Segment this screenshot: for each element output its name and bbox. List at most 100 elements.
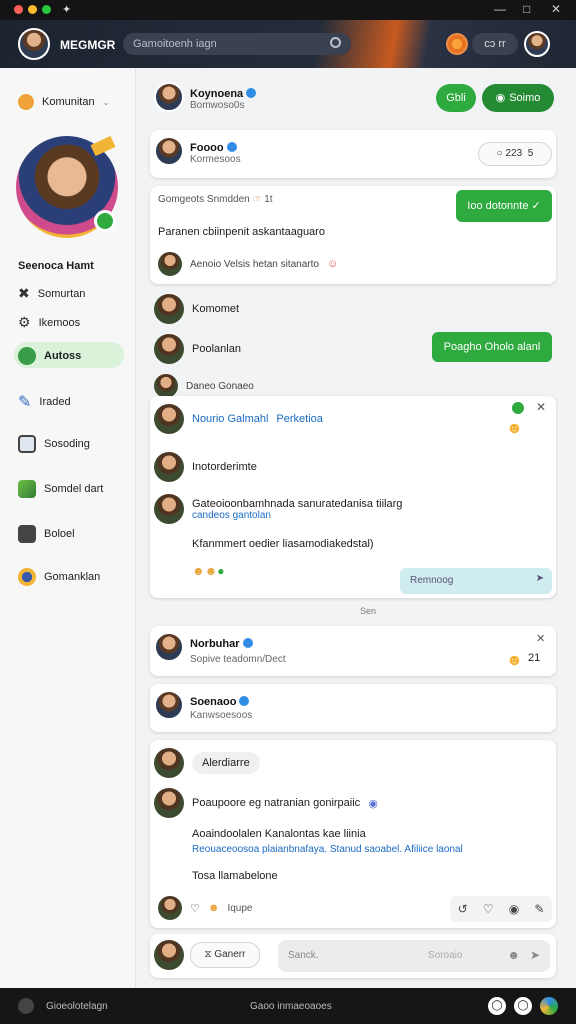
post-avatar[interactable] bbox=[154, 748, 184, 778]
emoji-icon[interactable]: ☻ bbox=[507, 948, 520, 962]
reply-avatar[interactable] bbox=[154, 788, 184, 818]
send-icon[interactable]: ➤ bbox=[530, 948, 540, 962]
thread-card[interactable]: Nourio Galmahl Perketioa ✕ ☻ Inotorderimt… bbox=[150, 396, 556, 598]
reaction-avatar[interactable] bbox=[158, 896, 182, 920]
bottom-bar: Gioeolotelagn Gaoo inmaeoaoes ◯ ◯ bbox=[0, 988, 576, 1024]
header-avatar[interactable] bbox=[154, 82, 184, 112]
image-icon bbox=[18, 480, 36, 498]
list-avatar[interactable] bbox=[154, 334, 184, 364]
post-author: Foooo bbox=[190, 142, 224, 154]
sidebar-item-autoss[interactable]: Autoss bbox=[18, 347, 81, 365]
post-action-button[interactable]: Ioo dotonnte ✓ bbox=[456, 190, 552, 222]
thread-avatar[interactable] bbox=[154, 404, 184, 434]
thread-line-1: Gateoioonbamhnada sanuratedanisa tiilarg bbox=[192, 497, 403, 510]
pin-icon[interactable] bbox=[512, 402, 524, 414]
reaction-emojis[interactable]: ☻☻● bbox=[192, 564, 225, 578]
post-card[interactable]: Gomgeots Snmdden ☞ 1t Ioo dotonnte ✓ Par… bbox=[150, 186, 556, 284]
post-sub: Kanwsoesoos bbox=[190, 710, 253, 721]
thread-line-1-link[interactable]: candeos gantolan bbox=[192, 510, 402, 521]
composer-input[interactable]: Sanck. Soroaio ☻ ➤ bbox=[278, 940, 550, 972]
sidebar-item-somdel-dart[interactable]: Somdel dart bbox=[18, 480, 103, 498]
workspace-switcher[interactable]: Komunitan ⌄ bbox=[18, 94, 109, 110]
list-name: Daneo Gonaeo bbox=[186, 380, 254, 392]
attach-button[interactable]: ⧖ Ganerr bbox=[190, 942, 260, 968]
list-item[interactable]: Daneo Gonaeo bbox=[154, 374, 254, 398]
user-avatar[interactable] bbox=[18, 28, 50, 60]
list-avatar[interactable] bbox=[154, 294, 184, 324]
post-avatar[interactable] bbox=[154, 690, 184, 720]
post-link[interactable]: Reouaceoosoa plaianbnafaya. Stanud saoab… bbox=[192, 844, 463, 855]
list-item[interactable]: Poolanlan bbox=[154, 334, 241, 364]
attach-label: Ganerr bbox=[214, 949, 246, 960]
globe-icon[interactable] bbox=[540, 997, 558, 1015]
verified-icon bbox=[246, 87, 257, 98]
search-icon[interactable] bbox=[330, 37, 341, 48]
header-button-2[interactable]: ◉ Soimo bbox=[482, 84, 554, 112]
reply-icon[interactable]: ↺ bbox=[458, 902, 468, 916]
post-avatar[interactable] bbox=[154, 136, 184, 166]
reply-avatar[interactable] bbox=[158, 252, 182, 276]
sidebar-item-label: Ikemoos bbox=[38, 316, 81, 329]
title-bar: ✦ — □ ✕ bbox=[0, 0, 576, 20]
zoom-window-button[interactable] bbox=[42, 5, 51, 14]
comment-count-button[interactable]: ○ 223 5 bbox=[478, 142, 552, 166]
send-icon[interactable]: ➤ bbox=[536, 573, 544, 584]
circle-button-1[interactable]: ◯ bbox=[488, 997, 506, 1015]
sidebar-item-sosoding[interactable]: Sosoding bbox=[18, 435, 90, 453]
reply-input[interactable]: Remnoog ➤ bbox=[400, 568, 552, 594]
list-name: Komomet bbox=[192, 303, 240, 315]
author-avatar[interactable] bbox=[154, 452, 184, 482]
header-button-1[interactable]: Gbli bbox=[436, 84, 476, 112]
heart-icon[interactable]: ♡ bbox=[190, 902, 200, 915]
post-card[interactable]: Soenaoo Kanwsoesoos bbox=[150, 684, 556, 732]
circle-button-2[interactable]: ◯ bbox=[514, 997, 532, 1015]
composer-avatar[interactable] bbox=[154, 940, 184, 970]
sidebar-item-ikemoos[interactable]: ⚙ Ikemoos bbox=[18, 314, 80, 331]
sidebar-item-iraded[interactable]: ✎ Iraded bbox=[18, 392, 71, 412]
minimize-icon[interactable]: — bbox=[494, 2, 506, 16]
message-bubble[interactable]: Poagho Oholo alanl bbox=[432, 332, 552, 362]
post-card[interactable]: Alerdiarre Poaupoore eg natranian gonirp… bbox=[150, 740, 556, 928]
post-avatar[interactable] bbox=[154, 632, 184, 662]
pointer-icon: ☞ bbox=[252, 194, 262, 205]
emoji-icon: ☻ bbox=[506, 420, 523, 437]
pencil-icon: ✎ bbox=[18, 394, 32, 411]
maximize-icon[interactable]: □ bbox=[523, 2, 530, 16]
author-chip[interactable]: Alerdiarre bbox=[192, 752, 260, 774]
feed: Koynoena Bomwoso0s Gbli ◉ Soimo Foooo Kor… bbox=[136, 68, 576, 988]
reply-text: Aenoio Velsis hetan sitanarto bbox=[190, 258, 319, 270]
profile-avatar-small[interactable] bbox=[524, 31, 550, 57]
reply-avatar[interactable] bbox=[154, 494, 184, 524]
comment-icon: ○ bbox=[496, 148, 503, 159]
status-icon[interactable] bbox=[18, 998, 34, 1014]
minimize-window-button[interactable] bbox=[28, 5, 37, 14]
like-icon[interactable]: ♡ bbox=[483, 902, 494, 916]
close-window-button[interactable] bbox=[14, 5, 23, 14]
thread-title-link[interactable]: Perketioa bbox=[276, 413, 322, 425]
reply-placeholder: Remnoog bbox=[410, 575, 454, 586]
notification-orb-icon[interactable] bbox=[446, 33, 468, 55]
sidebar-item-gomanklan[interactable]: Gomanklan bbox=[18, 568, 100, 586]
edit-icon[interactable]: ✎ bbox=[534, 902, 544, 916]
close-icon[interactable]: ✕ bbox=[551, 2, 561, 16]
post-card[interactable]: Foooo Kormesoos ○ 223 5 bbox=[150, 130, 556, 178]
share-count: 5 bbox=[527, 148, 534, 159]
post-card[interactable]: Norbuhar Sopive teadomn/Dect ✕ ☻ 21 bbox=[150, 626, 556, 676]
list-avatar[interactable] bbox=[154, 374, 178, 398]
verified-icon bbox=[239, 695, 250, 706]
status-pill[interactable]: cɔ rr bbox=[472, 33, 518, 55]
verified-icon bbox=[242, 637, 253, 648]
sidebar-item-label: Autoss bbox=[44, 350, 82, 362]
sidebar-item-boloel[interactable]: Boloel bbox=[18, 525, 75, 543]
close-icon[interactable]: ✕ bbox=[536, 400, 546, 414]
separator-label: Sen bbox=[360, 606, 377, 616]
comment-count: 223 bbox=[505, 148, 523, 159]
post-author: Soenaoo bbox=[190, 696, 237, 708]
sidebar-item-somurtan[interactable]: ✖ Somurtan bbox=[18, 285, 85, 302]
settings-icon[interactable]: ◉ bbox=[509, 902, 519, 916]
list-item[interactable]: Komomet bbox=[154, 294, 239, 324]
close-icon[interactable]: ✕ bbox=[536, 632, 545, 645]
reaction-count: 21 bbox=[528, 652, 541, 664]
search-input[interactable]: Gamoitoenh iagn bbox=[123, 33, 351, 55]
globe-icon bbox=[18, 347, 36, 365]
